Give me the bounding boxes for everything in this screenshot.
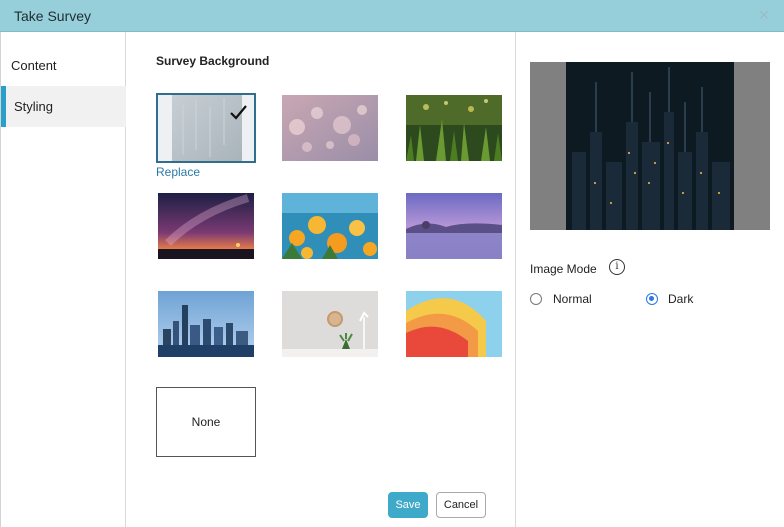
image-mode-label: Image Mode xyxy=(530,262,597,276)
replace-link[interactable]: Replace xyxy=(156,165,200,179)
background-thumb-orange-flowers[interactable] xyxy=(282,193,378,259)
background-thumb-purple-lake[interactable] xyxy=(406,193,502,259)
cancel-button[interactable]: Cancel xyxy=(436,492,486,518)
sidebar-item-label: Content xyxy=(11,58,57,73)
radio-dark[interactable] xyxy=(646,293,658,305)
active-indicator xyxy=(1,86,6,127)
radio-normal[interactable] xyxy=(530,293,542,305)
background-panel: Survey Background Replace None Save Canc… xyxy=(126,32,516,527)
background-thumb-colorful-paper[interactable] xyxy=(406,291,502,357)
background-thumb-wall-clock[interactable] xyxy=(282,291,378,357)
background-thumb-green-grass[interactable] xyxy=(406,95,502,161)
sidebar-item-content[interactable]: Content xyxy=(1,45,126,86)
sidebar-item-styling[interactable]: Styling xyxy=(1,86,126,127)
background-preview xyxy=(530,62,770,230)
background-thumb-bokeh-lights[interactable] xyxy=(282,95,378,161)
radio-dark-label[interactable]: Dark xyxy=(668,292,693,306)
sidebar: Content Styling xyxy=(0,32,126,527)
background-thumb-rain-glass[interactable] xyxy=(156,93,256,163)
background-thumb-milky-way[interactable] xyxy=(158,193,254,259)
dialog-titlebar: Take Survey × xyxy=(0,0,784,32)
save-button[interactable]: Save xyxy=(388,492,428,518)
background-none-option[interactable]: None xyxy=(156,387,256,457)
none-label: None xyxy=(191,415,221,429)
info-icon[interactable]: i xyxy=(609,259,625,275)
background-thumb-city-skyline[interactable] xyxy=(158,291,254,357)
close-icon[interactable]: × xyxy=(754,4,774,26)
sidebar-item-label: Styling xyxy=(14,99,54,114)
radio-normal-label[interactable]: Normal xyxy=(553,292,592,306)
section-title: Survey Background xyxy=(156,54,270,68)
dialog-title: Take Survey xyxy=(14,8,92,24)
preview-panel: Image Mode i Normal Dark xyxy=(516,32,784,527)
